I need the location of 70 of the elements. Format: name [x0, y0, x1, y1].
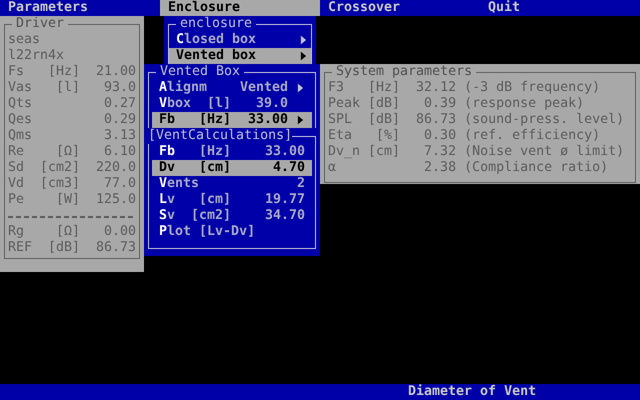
param-unit: [dB]: [48, 240, 80, 256]
menu-item[interactable]: Fb [Hz] 33.00: [152, 144, 312, 160]
menu-item[interactable]: Fb [Hz] 33.00: [152, 112, 312, 128]
param-unit: [cm3]: [40, 176, 80, 192]
param-name: Qts: [8, 96, 32, 112]
param-description: (Noise vent ø limit): [464, 144, 624, 160]
param-value: 86.73: [415, 112, 456, 128]
param-name: Rg: [8, 224, 24, 240]
param-name: Sd: [8, 160, 24, 176]
param-name: Qms: [8, 128, 32, 144]
param-value: 86.73: [94, 240, 136, 256]
status-text: Diameter of Vent: [408, 384, 536, 399]
param-name: Dv_n: [328, 144, 360, 160]
param-name: Qes: [8, 112, 32, 128]
menu-item[interactable]: Dv [cm] 4.70: [152, 160, 312, 176]
param-unit: [%]: [376, 128, 400, 144]
param-description: (Compliance ratio): [464, 160, 608, 176]
param-value: 0.00: [102, 224, 136, 240]
param-unit: [Ω]: [56, 144, 80, 160]
param-unit: [Hz]: [48, 64, 80, 80]
param-name: Re: [8, 144, 24, 160]
param-value: 0.39: [423, 96, 456, 112]
param-unit: [Hz]: [368, 80, 400, 96]
param-name: REF: [8, 240, 32, 256]
param-value: 93.0: [102, 80, 136, 96]
param-value: 0.29: [102, 112, 136, 128]
driver-brand: seas: [8, 32, 40, 47]
param-value: 0.27: [102, 96, 136, 112]
param-value: 7.32: [423, 144, 456, 160]
param-unit: [l]: [56, 80, 80, 96]
param-value: 21.00: [94, 64, 136, 80]
param-name: Fs: [8, 64, 24, 80]
param-description: (-3 dB frequency): [464, 80, 600, 96]
param-description: (response peak): [464, 96, 584, 112]
param-value: 3.13: [102, 128, 136, 144]
param-description: (sound-press. level): [464, 112, 624, 128]
param-name: F3: [328, 80, 344, 96]
param-name: Vd: [8, 176, 24, 192]
driver-model: l22rn4x: [8, 48, 64, 63]
menu-item[interactable]: Alignm Vented: [152, 80, 312, 96]
param-name: Vas: [8, 80, 32, 96]
menu-item[interactable]: Plot [Lv-Dv]: [152, 224, 312, 240]
menu-item[interactable]: Closed box: [169, 32, 311, 48]
param-description: (ref. efficiency): [464, 128, 600, 144]
menu-item[interactable]: Vbox [l] 39.0: [152, 96, 312, 112]
param-name: Pe: [8, 192, 24, 208]
param-name: SPL: [328, 112, 352, 128]
menu-item[interactable]: Enclosure: [160, 0, 320, 16]
param-unit: [dB]: [368, 112, 400, 128]
param-name: Eta: [328, 128, 352, 144]
param-unit: [Ω]: [56, 224, 80, 240]
param-value: 77.0: [102, 176, 136, 192]
param-name: α: [328, 160, 336, 176]
param-value: 32.12: [415, 80, 456, 96]
menu-item[interactable]: Vents 2: [152, 176, 312, 192]
param-unit: [W]: [56, 192, 80, 208]
param-unit: [cm2]: [40, 160, 80, 176]
menu-item[interactable]: Lv [cm] 19.77: [152, 192, 312, 208]
param-value: 0.30: [423, 128, 456, 144]
param-value: 220.0: [94, 160, 136, 176]
param-unit: [cm]: [368, 144, 400, 160]
param-value: 6.10: [102, 144, 136, 160]
param-value: 125.0: [94, 192, 136, 208]
panel-title: System parameters: [332, 64, 476, 80]
menu-item[interactable]: Vented box: [169, 48, 311, 64]
menu-item[interactable]: Sv [cm2] 34.70: [152, 208, 312, 224]
panel-title: [VentCalculations]: [148, 128, 292, 144]
param-name: Peak: [328, 96, 360, 112]
param-value: 2.38: [423, 160, 456, 176]
param-unit: [dB]: [368, 96, 400, 112]
